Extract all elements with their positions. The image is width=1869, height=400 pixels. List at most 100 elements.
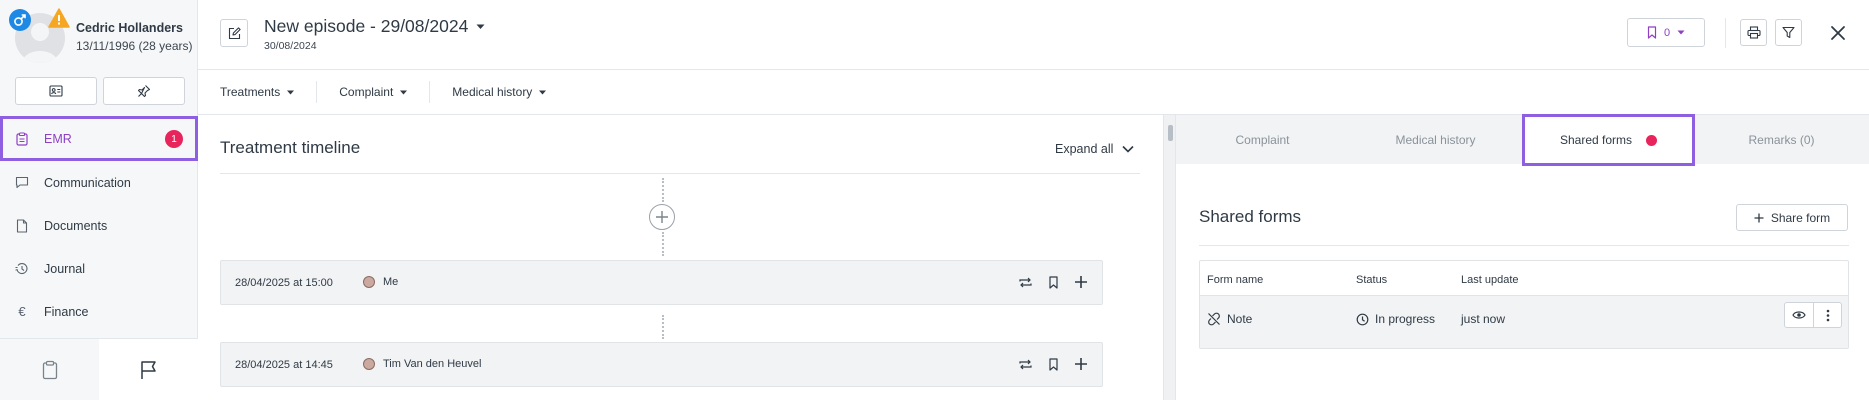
author-avatar — [363, 276, 375, 288]
repeat-icon[interactable] — [1018, 276, 1033, 289]
patient-card[interactable]: Cedric Hollanders 13/11/1996 (28 years) — [0, 0, 198, 70]
expand-all-label: Expand all — [1055, 142, 1114, 156]
clock-icon — [1356, 313, 1369, 326]
edit-episode-button[interactable] — [220, 19, 248, 47]
sidebar: Cedric Hollanders 13/11/1996 (28 years) … — [0, 0, 198, 400]
entry-datetime: 28/04/2025 at 15:00 — [235, 277, 333, 289]
status-text: In progress — [1375, 312, 1436, 326]
subbar-item-label: Treatments — [220, 85, 281, 99]
more-options-button[interactable] — [1813, 303, 1841, 327]
share-form-button[interactable]: Share form — [1736, 204, 1848, 231]
tab-medical-history[interactable]: Medical history — [1349, 115, 1522, 164]
clipboard-icon — [42, 360, 58, 380]
caret-down-icon — [476, 24, 485, 30]
author-name: Me — [383, 276, 399, 288]
pin-button[interactable] — [103, 77, 185, 105]
episode-title-dropdown[interactable]: New episode - 29/08/2024 — [264, 16, 485, 37]
repeat-icon[interactable] — [1018, 358, 1033, 371]
close-button[interactable] — [1828, 23, 1848, 43]
link-off-icon — [1207, 312, 1221, 326]
caret-down-icon — [287, 90, 295, 95]
timeline-connector — [662, 178, 664, 202]
scrollbar-thumb[interactable] — [1168, 125, 1173, 141]
sidebar-item-label: Journal — [44, 261, 85, 276]
timeline-entry[interactable]: 28/04/2025 at 15:00 Me — [220, 260, 1103, 305]
sidebar-bottom-tabs — [0, 338, 198, 400]
bookmark-icon[interactable] — [1048, 275, 1059, 289]
status-cell: In progress — [1356, 312, 1435, 326]
sidebar-item-journal[interactable]: Journal — [0, 247, 198, 290]
caret-down-icon — [1677, 30, 1685, 35]
filter-icon — [1782, 26, 1795, 39]
table-row[interactable]: Note In progress just now — [1200, 296, 1848, 348]
bookmark-icon — [1647, 26, 1657, 39]
clipboard-icon — [15, 131, 29, 146]
unread-dot — [1646, 134, 1658, 146]
print-button[interactable] — [1740, 19, 1767, 46]
entry-datetime: 28/04/2025 at 14:45 — [235, 359, 333, 371]
sidebar-item-communication[interactable]: Communication — [0, 161, 198, 204]
bookmark-icon[interactable] — [1048, 357, 1059, 371]
flag-icon — [140, 360, 158, 380]
tab-shared-forms[interactable]: Shared forms — [1522, 114, 1695, 166]
subbar-divider — [316, 81, 318, 103]
plus-icon — [1754, 213, 1764, 223]
complaint-dropdown[interactable]: Complaint — [339, 81, 429, 103]
tab-label: Complaint — [1235, 132, 1290, 147]
patient-details-button[interactable] — [15, 77, 97, 105]
tab-complaint[interactable]: Complaint — [1176, 115, 1349, 164]
entry-actions — [1018, 357, 1088, 371]
caret-down-icon — [400, 90, 408, 95]
euro-icon: € — [18, 304, 26, 319]
edit-icon — [228, 26, 241, 40]
warning-icon — [48, 8, 70, 28]
entry-author: Me — [363, 276, 398, 288]
view-button[interactable] — [1785, 303, 1813, 327]
timeline-connector — [662, 232, 664, 256]
bookmarks-dropdown[interactable]: 0 — [1627, 18, 1705, 47]
last-update-text: just now — [1461, 312, 1506, 326]
panel-resizer-scrollbar[interactable] — [1163, 115, 1176, 400]
timeline-entry[interactable]: 28/04/2025 at 14:45 Tim Van den Heuvel — [220, 342, 1103, 387]
patient-name: Cedric Hollanders — [76, 21, 183, 35]
sidebar-item-label: Documents — [44, 218, 108, 233]
table-header: Form name Status Last update — [1200, 261, 1848, 296]
close-icon — [1828, 23, 1848, 43]
column-header: Form name — [1207, 274, 1264, 286]
plus-icon — [655, 210, 669, 224]
eye-icon — [1792, 310, 1806, 320]
medical-history-dropdown[interactable]: Medical history — [452, 81, 568, 103]
episode-title: New episode - 29/08/2024 — [264, 16, 469, 36]
plus-icon[interactable] — [1074, 357, 1088, 371]
row-actions — [1784, 302, 1842, 328]
filter-button[interactable] — [1775, 19, 1802, 46]
timeline-divider — [220, 173, 1140, 174]
sidebar-item-finance[interactable]: € Finance — [0, 290, 198, 333]
author-avatar — [363, 358, 375, 370]
subbar-item-label: Complaint — [339, 85, 394, 99]
patient-dob: 13/11/1996 (28 years) — [76, 39, 193, 53]
treatments-dropdown[interactable]: Treatments — [220, 81, 316, 103]
tab-label: Shared forms — [1559, 133, 1633, 147]
sidebar-item-emr[interactable]: EMR 1 — [0, 116, 198, 161]
author-name: Tim Van den Heuvel — [383, 358, 482, 370]
header-divider — [1725, 18, 1726, 48]
tab-remarks[interactable]: Remarks (0) — [1695, 115, 1868, 164]
expand-all-button[interactable]: Expand all — [1055, 142, 1134, 156]
column-header: Last update — [1461, 274, 1519, 286]
bookmark-count: 0 — [1663, 26, 1671, 39]
right-panel: Complaint Medical history Shared forms R… — [1176, 114, 1869, 400]
flag-tab[interactable] — [99, 339, 198, 400]
add-treatment-button[interactable] — [649, 204, 675, 230]
plus-icon[interactable] — [1074, 275, 1088, 289]
episode-date: 30/08/2024 — [264, 40, 317, 52]
sidebar-item-documents[interactable]: Documents — [0, 204, 198, 247]
shared-forms-table: Form name Status Last update Note In pro… — [1199, 260, 1849, 349]
chevron-down-icon — [1122, 145, 1134, 153]
episode-header: New episode - 29/08/2024 30/08/2024 0 — [198, 0, 1869, 70]
clipboard-tab[interactable] — [0, 339, 99, 400]
sidebar-item-label: Finance — [44, 304, 89, 319]
timeline-connector — [662, 315, 664, 339]
more-vertical-icon — [1826, 309, 1830, 322]
last-update-cell: just now — [1461, 312, 1505, 326]
